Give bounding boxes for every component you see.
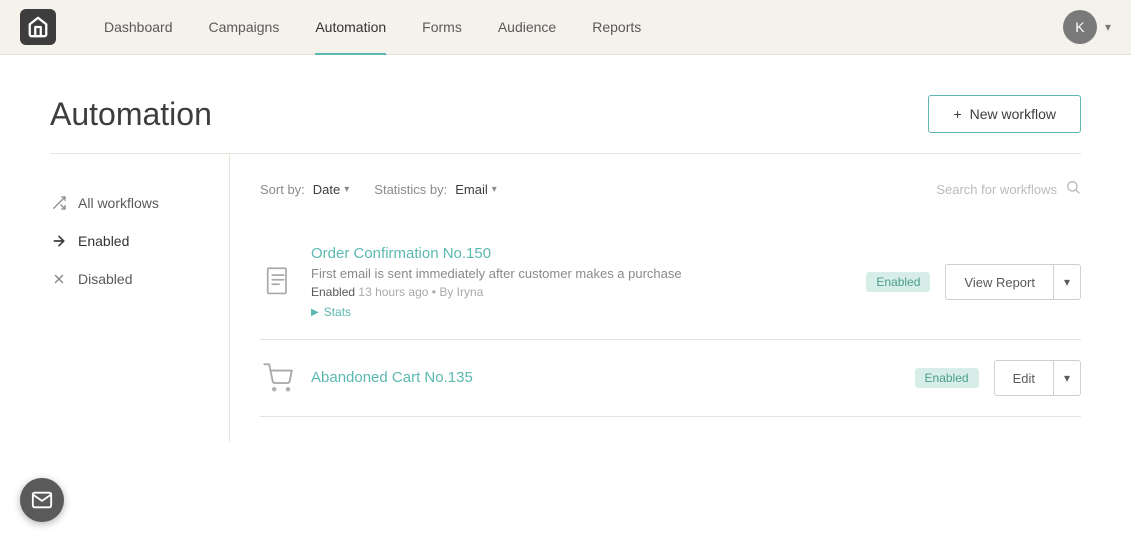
content-area: All workflows Enabled Disabled bbox=[50, 154, 1081, 442]
search-placeholder-text: Search for workflows bbox=[936, 182, 1057, 197]
workflow-1-meta: Enabled 13 hours ago • By Iryna bbox=[311, 285, 851, 299]
workflow-1-stats[interactable]: ▶ Stats bbox=[311, 305, 851, 319]
sort-chevron-icon: ▾ bbox=[344, 184, 349, 195]
workflow-1-meta-status: Enabled bbox=[311, 285, 355, 299]
workflow-area: Sort by: Date ▾ Statistics by: Email ▾ S… bbox=[230, 154, 1081, 442]
sidebar-enabled-label: Enabled bbox=[78, 233, 129, 249]
floating-mail-button[interactable] bbox=[20, 478, 64, 522]
new-workflow-plus-icon: + bbox=[953, 106, 961, 122]
app-logo[interactable] bbox=[20, 9, 56, 45]
workflow-2-info: Abandoned Cart No.135 bbox=[311, 369, 900, 387]
stats-value: Email bbox=[455, 182, 488, 197]
search-icon[interactable] bbox=[1065, 179, 1081, 200]
sidebar-all-label: All workflows bbox=[78, 195, 159, 211]
workflow-1-name[interactable]: Order Confirmation No.150 bbox=[311, 245, 491, 262]
sort-value: Date bbox=[313, 182, 340, 197]
main-content: Automation + New workflow All workflows bbox=[0, 55, 1131, 542]
stats-arrow-icon: ▶ bbox=[311, 307, 319, 318]
chevron-down-icon: ▾ bbox=[1064, 275, 1070, 289]
workflow-1-primary-action[interactable]: View Report bbox=[945, 264, 1053, 300]
sidebar-item-enabled[interactable]: Enabled bbox=[50, 222, 229, 260]
user-menu-chevron[interactable]: ▾ bbox=[1105, 20, 1111, 34]
new-workflow-button[interactable]: + New workflow bbox=[928, 95, 1081, 133]
navbar: Dashboard Campaigns Automation Forms Aud… bbox=[0, 0, 1131, 55]
workflow-1-action-chevron[interactable]: ▾ bbox=[1053, 264, 1081, 300]
mail-icon bbox=[31, 489, 53, 511]
chevron-down-icon-2: ▾ bbox=[1064, 371, 1070, 385]
stats-chevron-icon: ▾ bbox=[492, 184, 497, 195]
workflow-item-2: Abandoned Cart No.135 Enabled Edit ▾ bbox=[260, 340, 1081, 417]
nav-reports[interactable]: Reports bbox=[574, 0, 659, 55]
sidebar: All workflows Enabled Disabled bbox=[50, 154, 230, 442]
nav-links: Dashboard Campaigns Automation Forms Aud… bbox=[86, 0, 1063, 55]
sort-select[interactable]: Date ▾ bbox=[313, 182, 350, 197]
filter-bar: Sort by: Date ▾ Statistics by: Email ▾ S… bbox=[260, 179, 1081, 200]
workflow-1-meta-by: By Iryna bbox=[439, 285, 483, 299]
new-workflow-label: New workflow bbox=[970, 106, 1056, 122]
workflow-1-meta-time: 13 hours ago • bbox=[358, 285, 439, 299]
x-icon bbox=[50, 270, 68, 288]
workflow-item-1: Order Confirmation No.150 First email is… bbox=[260, 225, 1081, 340]
sidebar-disabled-label: Disabled bbox=[78, 271, 132, 287]
arrow-right-icon bbox=[50, 232, 68, 250]
workflow-1-info: Order Confirmation No.150 First email is… bbox=[311, 245, 851, 319]
nav-dashboard[interactable]: Dashboard bbox=[86, 0, 191, 55]
workflow-2-status-badge: Enabled bbox=[915, 368, 979, 388]
shuffle-icon bbox=[50, 194, 68, 212]
nav-campaigns[interactable]: Campaigns bbox=[191, 0, 298, 55]
nav-forms[interactable]: Forms bbox=[404, 0, 480, 55]
nav-right: K ▾ bbox=[1063, 10, 1111, 44]
stats-select[interactable]: Email ▾ bbox=[455, 182, 497, 197]
page-header: Automation + New workflow bbox=[50, 55, 1081, 154]
workflow-1-desc: First email is sent immediately after cu… bbox=[311, 266, 851, 281]
workflow-1-actions: View Report ▾ bbox=[945, 264, 1081, 300]
page-title: Automation bbox=[50, 96, 212, 133]
workflow-2-action-chevron[interactable]: ▾ bbox=[1053, 360, 1081, 396]
sort-label: Sort by: bbox=[260, 182, 305, 197]
workflow-2-name[interactable]: Abandoned Cart No.135 bbox=[311, 369, 473, 386]
workflow-2-primary-action[interactable]: Edit bbox=[994, 360, 1053, 396]
nav-audience[interactable]: Audience bbox=[480, 0, 574, 55]
sidebar-item-all[interactable]: All workflows bbox=[50, 184, 229, 222]
workflow-document-icon bbox=[260, 264, 296, 300]
stats-label: Statistics by: bbox=[374, 182, 447, 197]
nav-automation[interactable]: Automation bbox=[297, 0, 404, 55]
search-area: Search for workflows bbox=[936, 179, 1081, 200]
sidebar-item-disabled[interactable]: Disabled bbox=[50, 260, 229, 298]
workflow-1-status-badge: Enabled bbox=[866, 272, 930, 292]
workflow-1-stats-label: Stats bbox=[324, 305, 351, 319]
workflow-2-actions: Edit ▾ bbox=[994, 360, 1081, 396]
workflow-cart-icon bbox=[260, 360, 296, 396]
user-avatar[interactable]: K bbox=[1063, 10, 1097, 44]
